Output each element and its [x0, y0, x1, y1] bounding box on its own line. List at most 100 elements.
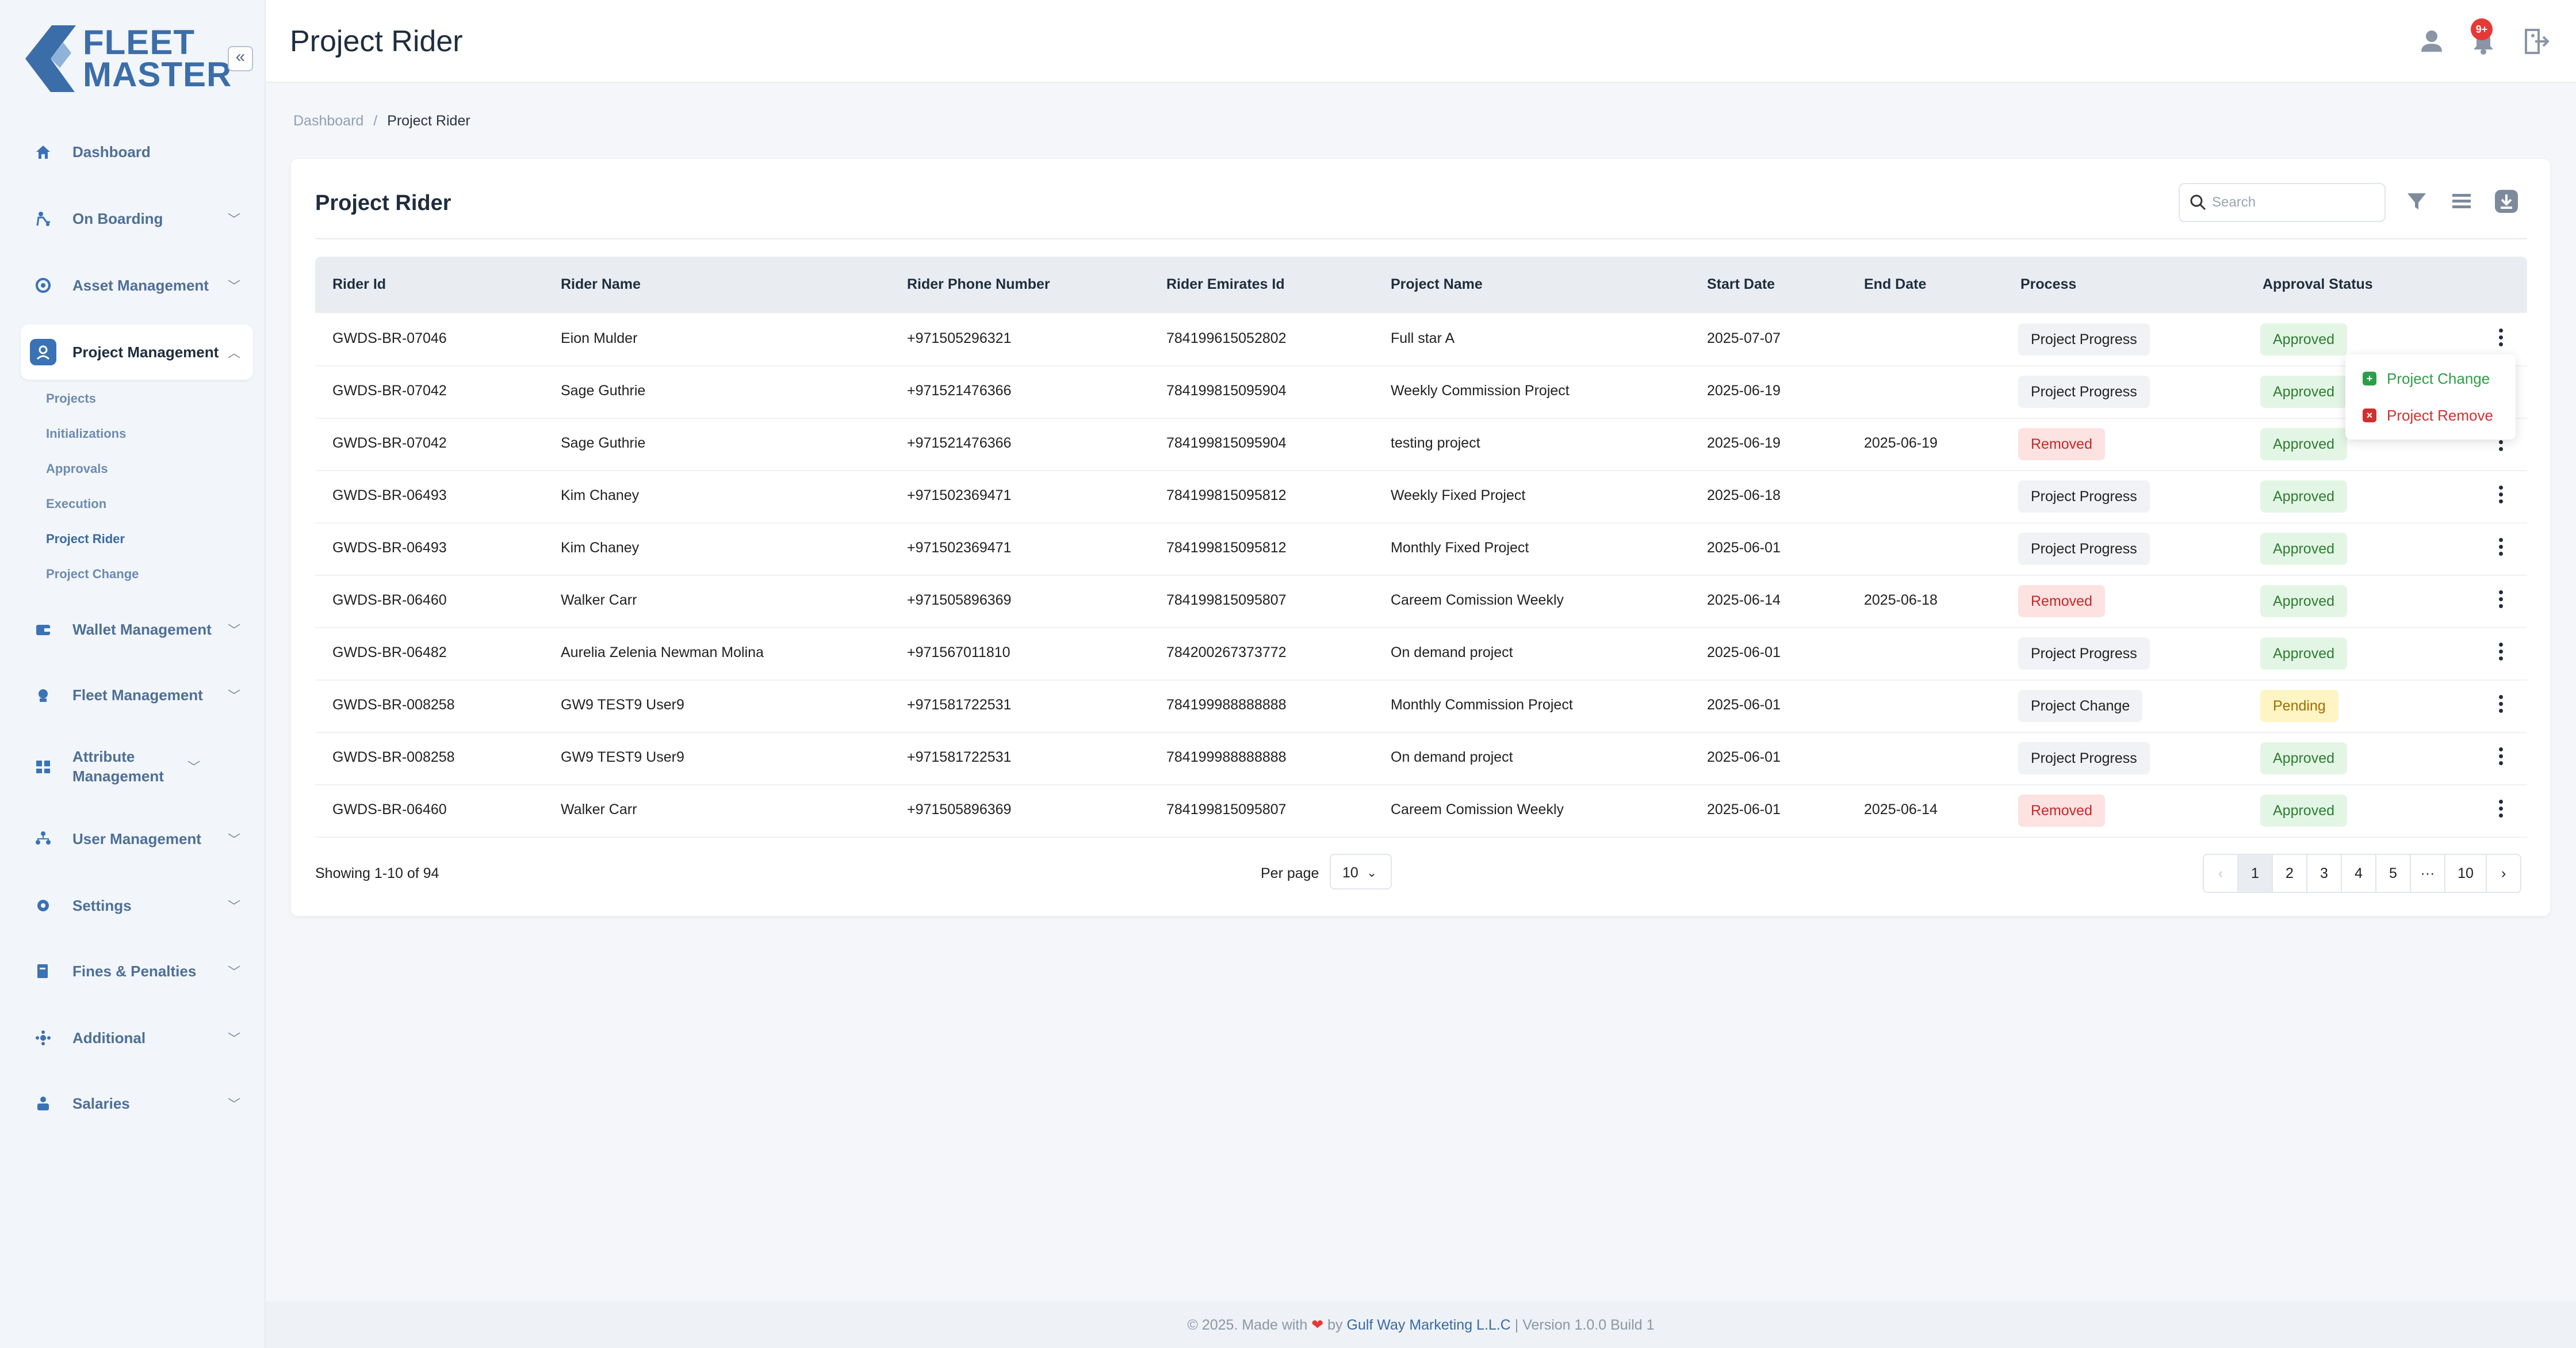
row-actions-kebab-icon[interactable]	[2495, 797, 2506, 824]
cell-phone: +971505896369	[907, 592, 1012, 608]
process-badge: Project Progress	[2018, 323, 2150, 356]
footer-company-link[interactable]: Gulf Way Marketing L.L.C	[1347, 1317, 1511, 1333]
row-actions-kebab-icon[interactable]	[2495, 692, 2506, 720]
cell-name: Sage Guthrie	[561, 435, 646, 451]
search-placeholder: Search	[2212, 194, 2256, 210]
sidebar-item-user-management[interactable]: User Management ﹀	[21, 811, 253, 866]
search-input[interactable]: Search	[2179, 183, 2386, 222]
rider-icon	[30, 205, 56, 232]
sidebar-item-asset-management[interactable]: Asset Management ﹀	[21, 258, 253, 313]
logout-icon[interactable]	[2520, 25, 2552, 58]
sidebar-item-settings[interactable]: Settings ﹀	[21, 878, 253, 933]
users-icon	[30, 826, 56, 852]
cell-id: GWDS-BR-008258	[332, 749, 455, 765]
pagination-page-10[interactable]: 10	[2445, 855, 2487, 892]
collapse-sidebar-button[interactable]: «	[228, 46, 253, 71]
filter-icon[interactable]	[2404, 189, 2429, 214]
column-header-rider-phone-number[interactable]: Rider Phone Number	[907, 276, 1050, 293]
cell-start: 2025-06-01	[1707, 801, 1781, 818]
approval-status-badge: Approved	[2260, 323, 2348, 356]
sidebar-subitem-execution[interactable]: Execution	[46, 497, 106, 511]
cell-phone: +971581722531	[907, 697, 1012, 713]
cell-emirates: 784199988888888	[1166, 697, 1287, 713]
project-remove-menu-item[interactable]: × Project Remove	[2363, 404, 2493, 427]
row-actions-kebab-icon[interactable]	[2495, 483, 2506, 510]
plus-square-icon: +	[2363, 372, 2376, 385]
sidebar-item-label: User Management	[72, 830, 201, 847]
cell-emirates: 784199815095904	[1166, 383, 1287, 399]
wallet-icon	[30, 616, 56, 643]
chevron-down-icon: ﹀	[227, 689, 240, 703]
notification-count-badge: 9+	[2471, 18, 2493, 40]
cell-name: GW9 TEST9 User9	[561, 749, 684, 765]
sidebar-item-project-management[interactable]: Project Management ︿	[21, 324, 253, 380]
sidebar-item-attribute-management[interactable]: Attribute Management ﹀	[21, 739, 253, 794]
footer-version: | Version 1.0.0 Build 1	[1514, 1317, 1655, 1333]
column-header-project-name[interactable]: Project Name	[1391, 276, 1483, 293]
sidebar-item-label: Fines & Penalties	[72, 963, 197, 980]
column-header-rider-emirates-id[interactable]: Rider Emirates Id	[1166, 276, 1285, 293]
sidebar-item-fleet-management[interactable]: Fleet Management ﹀	[21, 667, 253, 723]
column-header-end-date[interactable]: End Date	[1864, 276, 1926, 293]
row-actions-kebab-icon[interactable]	[2495, 744, 2506, 772]
cell-emirates: 784199815095812	[1166, 487, 1287, 503]
user-profile-icon[interactable]	[2416, 25, 2448, 58]
cell-name: GW9 TEST9 User9	[561, 697, 684, 713]
attribute-icon	[30, 753, 56, 780]
download-icon[interactable]	[2494, 189, 2519, 214]
pagination-page-5[interactable]: 5	[2376, 855, 2411, 892]
sidebar-subitem-initializations[interactable]: Initializations	[46, 426, 126, 441]
row-actions-kebab-icon[interactable]	[2495, 535, 2506, 563]
asset-icon	[30, 272, 56, 299]
approval-status-badge: Approved	[2260, 742, 2348, 774]
cell-emirates: 784199815095904	[1166, 435, 1287, 451]
table-row: GWDS-BR-06493 Kim Chaney +971502369471 7841…	[315, 522, 2527, 576]
project-change-menu-item[interactable]: + Project Change	[2363, 367, 2490, 390]
cell-start: 2025-06-18	[1707, 487, 1781, 503]
footer: © 2025. Made with ❤ by Gulf Way Marketin…	[266, 1301, 2576, 1348]
pagination-page-3[interactable]: 3	[2307, 855, 2342, 892]
sidebar-item-additional[interactable]: Additional ﹀	[21, 1010, 253, 1066]
cell-project: Full star A	[1391, 330, 1455, 346]
breadcrumb-dashboard-link[interactable]: Dashboard	[293, 113, 363, 129]
cell-project: Weekly Fixed Project	[1391, 487, 1526, 503]
pagination-page-1[interactable]: 1	[2238, 855, 2273, 892]
sidebar-item-wallet-management[interactable]: Wallet Management ﹀	[21, 602, 253, 657]
process-badge: Removed	[2018, 795, 2105, 827]
sidebar-item-dashboard[interactable]: Dashboard	[21, 124, 253, 180]
approval-status-badge: Approved	[2260, 428, 2348, 460]
per-page-label: Per page	[1261, 865, 1319, 881]
sidebar-item-label: On Boarding	[72, 210, 163, 227]
approval-status-badge: Approved	[2260, 533, 2348, 565]
cell-emirates: 784199615052802	[1166, 330, 1287, 346]
sidebar-item-label: Salaries	[72, 1095, 130, 1112]
cell-name: Walker Carr	[561, 592, 637, 608]
column-header-process[interactable]: Process	[2020, 276, 2076, 293]
pagination-page-2[interactable]: 2	[2273, 855, 2307, 892]
cell-id: GWDS-BR-07042	[332, 435, 447, 451]
sidebar-subitem-approvals[interactable]: Approvals	[46, 461, 108, 476]
brand-logo[interactable]: FLEET MASTER	[23, 23, 231, 98]
cell-phone: +971505296321	[907, 330, 1012, 346]
row-actions-kebab-icon[interactable]	[2495, 326, 2506, 353]
pagination-page-4[interactable]: 4	[2342, 855, 2376, 892]
sidebar-item-label: Dashboard	[72, 143, 151, 161]
column-header-approval-status[interactable]: Approval Status	[2263, 276, 2373, 293]
sidebar-item-salaries[interactable]: Salaries ﹀	[21, 1076, 253, 1131]
column-header-rider-name[interactable]: Rider Name	[561, 276, 641, 293]
pagination-next-icon[interactable]: ›	[2487, 855, 2520, 892]
sidebar-subitem-project-change[interactable]: Project Change	[46, 567, 139, 582]
pagination-prev-icon[interactable]: ‹	[2204, 855, 2238, 892]
chevron-down-icon: ﹀	[227, 212, 240, 227]
column-header-rider-id[interactable]: Rider Id	[332, 276, 386, 293]
sidebar-subitem-project-rider[interactable]: Project Rider	[46, 532, 125, 547]
columns-list-icon[interactable]	[2449, 189, 2474, 214]
per-page-select[interactable]: 10 ⌄	[1330, 854, 1392, 889]
sidebar-item-fines-penalties[interactable]: Fines & Penalties ﹀	[21, 944, 253, 999]
sidebar-subitem-projects[interactable]: Projects	[46, 391, 96, 406]
cell-start: 2025-06-14	[1707, 592, 1781, 608]
row-actions-kebab-icon[interactable]	[2495, 587, 2506, 615]
sidebar-item-on-boarding[interactable]: On Boarding ﹀	[21, 191, 253, 246]
column-header-start-date[interactable]: Start Date	[1707, 276, 1775, 293]
row-actions-kebab-icon[interactable]	[2495, 640, 2506, 667]
